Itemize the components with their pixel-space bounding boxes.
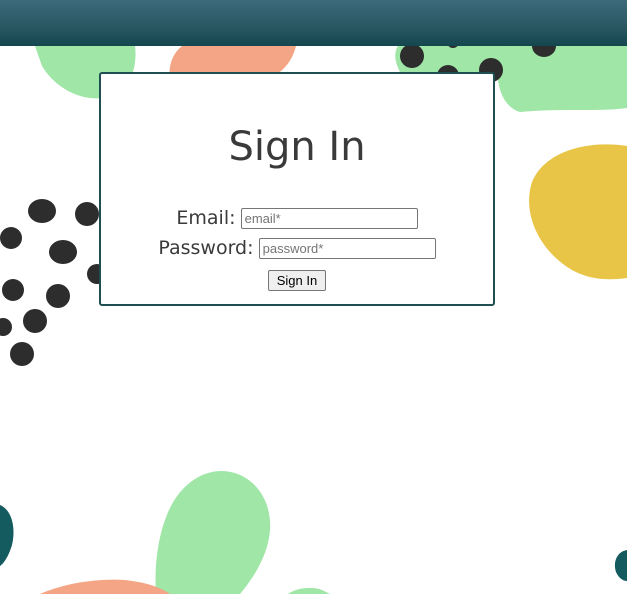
- signin-card: Sign In Email: Password: Sign In: [99, 72, 495, 306]
- email-label: Email:: [176, 207, 236, 229]
- email-row: Email:: [101, 207, 493, 229]
- yellow-blob-right: [529, 144, 627, 280]
- signin-button[interactable]: Sign In: [267, 270, 327, 291]
- dots-left: [0, 199, 107, 366]
- green-blob-bottom-small: [288, 587, 330, 594]
- green-blob-bottom: [155, 471, 271, 594]
- email-input[interactable]: [240, 207, 418, 229]
- password-input[interactable]: [258, 237, 436, 259]
- password-label: Password:: [158, 237, 254, 259]
- submit-row: Sign In: [101, 270, 493, 291]
- signin-title: Sign In: [228, 124, 366, 170]
- salmon-blob-bottom: [40, 579, 170, 594]
- header-bar: [0, 0, 627, 46]
- teal-blob-bottom-left: [0, 505, 14, 566]
- password-row: Password:: [101, 237, 493, 259]
- teal-blob-bottom-right: [614, 550, 627, 581]
